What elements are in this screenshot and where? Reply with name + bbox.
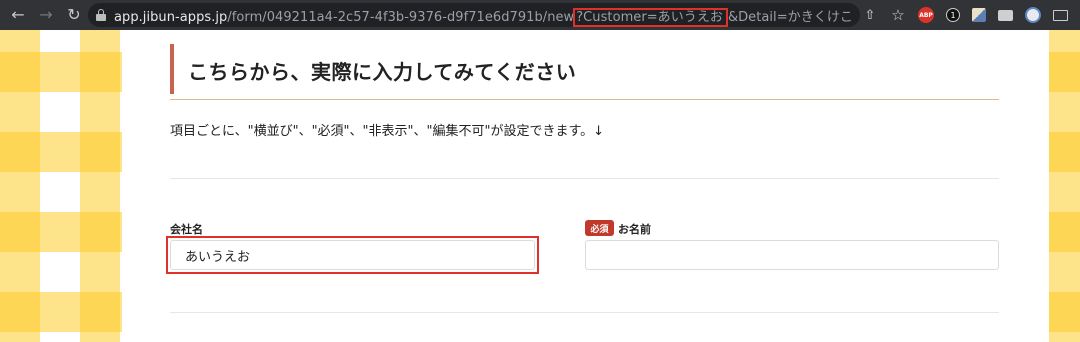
browser-toolbar: ← → ↻ app.jibun-apps.jp/form/049211a4-2c… xyxy=(0,0,1080,30)
extension-icon[interactable] xyxy=(972,8,986,22)
heading-accent-bar xyxy=(170,44,174,94)
required-badge: 必須 xyxy=(585,220,614,236)
profile-avatar-icon[interactable] xyxy=(1025,7,1041,23)
background-pattern-left xyxy=(0,30,122,342)
form-card: こちらから、実際に入力してみてください 項目ごとに、"横並び"、"必須"、"非表… xyxy=(122,30,1049,342)
back-icon[interactable]: ← xyxy=(4,0,32,30)
form-description: 項目ごとに、"横並び"、"必須"、"非表示"、"編集不可"が設定できます。↓ xyxy=(170,124,605,139)
company-name-input[interactable]: あいうえお xyxy=(170,240,535,270)
reload-icon[interactable]: ↻ xyxy=(60,0,88,30)
person-name-label: お名前 xyxy=(618,223,651,236)
person-name-input[interactable] xyxy=(585,240,999,270)
divider xyxy=(170,178,999,179)
password-manager-icon[interactable]: 1 xyxy=(946,8,960,22)
share-icon[interactable]: ⇧ xyxy=(862,7,878,23)
form-heading-block: こちらから、実際に入力してみてください xyxy=(170,44,999,100)
url-host: app.jibun-apps.jp xyxy=(114,9,228,25)
address-bar[interactable]: app.jibun-apps.jp/form/049211a4-2c57-4f3… xyxy=(88,3,860,27)
divider xyxy=(170,312,999,313)
url-text: app.jibun-apps.jp/form/049211a4-2c57-4f3… xyxy=(114,6,853,27)
bookmark-star-icon[interactable]: ☆ xyxy=(890,6,906,24)
camera-icon[interactable] xyxy=(998,9,1013,21)
forward-icon[interactable]: → xyxy=(32,0,60,30)
lock-icon[interactable] xyxy=(96,9,106,21)
form-heading: こちらから、実際に入力してみてください xyxy=(188,60,577,84)
background-pattern-right xyxy=(1049,30,1080,342)
company-name-label: 会社名 xyxy=(170,223,203,236)
adblock-icon[interactable]: ABP xyxy=(918,7,934,23)
url-path: /form/049211a4-2c57-4f3b-9376-d9f71e6d79… xyxy=(227,9,575,25)
url-query-rest: &Detail=かきくけこ xyxy=(727,9,853,25)
url-query-highlight: ?Customer=あいうえお xyxy=(573,7,728,27)
extension-toolbar: ⇧ ☆ ABP 1 xyxy=(862,0,1068,30)
window-icon[interactable] xyxy=(1053,9,1068,21)
